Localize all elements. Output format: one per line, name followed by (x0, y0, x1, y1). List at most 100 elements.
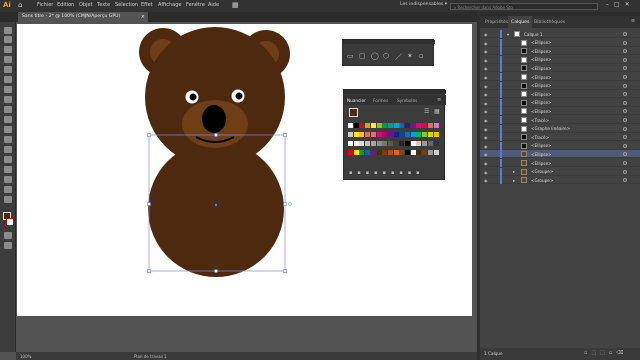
color-swatch[interactable] (387, 123, 393, 128)
resize-handle-tl[interactable] (147, 133, 151, 137)
color-swatch[interactable] (399, 123, 405, 128)
layer-item-row[interactable]: ◉ <Ellipse> (480, 81, 640, 90)
star-icon[interactable]: ✶ (407, 52, 413, 60)
color-swatch[interactable] (422, 132, 428, 137)
layer-item-row[interactable]: ◉ <Ellipse> (480, 150, 640, 159)
color-swatch[interactable] (410, 150, 416, 155)
target-circle-icon[interactable] (623, 118, 627, 122)
bear-nose[interactable] (202, 105, 226, 133)
color-swatch[interactable] (399, 150, 405, 155)
target-circle-icon[interactable] (623, 143, 627, 148)
ellipse-icon[interactable]: ◯ (371, 52, 379, 60)
color-swatch[interactable] (365, 123, 371, 128)
color-swatch[interactable] (370, 141, 376, 146)
color-swatch[interactable] (348, 123, 353, 128)
visibility-eye-icon[interactable]: ◉ (484, 58, 488, 63)
color-swatch[interactable] (365, 150, 371, 155)
target-circle-icon[interactable] (623, 40, 627, 45)
layer-item-row[interactable]: ◉ <Ellipse> (480, 141, 640, 150)
rounded-rectangle-icon[interactable]: ▢ (359, 52, 366, 60)
color-swatch[interactable] (359, 150, 365, 155)
color-swatch[interactable] (393, 132, 399, 137)
layer-item-row[interactable]: ◉ <Ellipse> (480, 73, 640, 81)
target-circle-icon[interactable] (623, 100, 627, 105)
target-circle-icon[interactable] (623, 152, 627, 157)
color-swatch[interactable] (348, 150, 353, 155)
panel-menu-icon[interactable]: ≡ (437, 97, 441, 103)
color-swatch[interactable] (387, 132, 393, 137)
color-swatch[interactable] (405, 150, 410, 155)
tab-formes[interactable]: Formes (373, 98, 388, 103)
visibility-eye-icon[interactable]: ◉ (484, 101, 488, 106)
color-swatch[interactable] (376, 150, 382, 155)
layer-item-row[interactable]: ◉ <Groupe> ▸ (480, 167, 640, 176)
color-swatch[interactable] (387, 150, 393, 155)
color-swatch[interactable] (416, 132, 422, 137)
panel-drag-bar[interactable] (343, 40, 435, 44)
expand-right-icon[interactable]: ▸ (513, 178, 515, 183)
color-swatch[interactable] (376, 141, 382, 146)
color-swatch[interactable] (387, 141, 393, 146)
color-swatch[interactable] (393, 141, 399, 146)
layer-item-row[interactable]: ◉ <Ellipse> (480, 90, 640, 99)
target-circle-icon[interactable] (623, 109, 627, 114)
polygon-icon[interactable]: ⬡ (383, 52, 389, 60)
line-icon[interactable]: ／ (395, 52, 402, 62)
target-circle-icon[interactable] (623, 161, 627, 165)
color-swatch[interactable] (399, 132, 405, 137)
rectangle-icon[interactable]: ▭ (347, 52, 354, 60)
color-swatch[interactable] (433, 123, 439, 128)
visibility-eye-icon[interactable]: ◉ (484, 75, 488, 80)
tab-proprietes[interactable]: Propriétés (482, 16, 511, 28)
visibility-eye-icon[interactable]: ◉ (484, 49, 488, 54)
color-swatch[interactable] (359, 141, 365, 146)
color-swatch[interactable] (427, 132, 433, 137)
target-circle-icon[interactable] (623, 66, 627, 71)
color-swatch[interactable] (422, 150, 428, 155)
color-swatch[interactable] (422, 123, 428, 128)
list-view-icon[interactable]: ☰ (424, 108, 429, 115)
color-swatch[interactable] (405, 123, 410, 128)
visibility-eye-icon[interactable]: ◉ (484, 144, 488, 149)
color-swatch[interactable] (348, 141, 353, 146)
target-circle-icon[interactable] (623, 126, 627, 131)
color-swatch[interactable] (416, 150, 422, 155)
layer-item-row[interactable]: ◉ <Tracé> (480, 133, 640, 142)
color-swatch[interactable] (433, 150, 439, 155)
layer-item-row[interactable]: ◉ <Ellipse> (480, 107, 640, 116)
resize-handle-t[interactable] (214, 133, 218, 137)
color-swatch[interactable] (393, 123, 399, 128)
color-swatch[interactable] (416, 123, 422, 128)
color-swatch[interactable] (365, 141, 371, 146)
tab-nuancier[interactable]: Nuancier (347, 98, 366, 103)
color-swatch[interactable] (410, 141, 416, 146)
visibility-eye-icon[interactable]: ◉ (484, 41, 488, 46)
visibility-eye-icon[interactable]: ◉ (484, 109, 488, 114)
layer-item-row[interactable]: ◉ <Graphe linéaire> (480, 124, 640, 133)
layer-item-row[interactable]: ◉ <Tracé> (480, 116, 640, 124)
expand-right-icon[interactable]: ▸ (513, 169, 515, 174)
color-swatch[interactable] (393, 150, 399, 155)
resize-handle-r[interactable] (283, 202, 287, 206)
color-swatch[interactable] (427, 141, 433, 146)
color-swatch[interactable] (382, 150, 388, 155)
grid-view-icon[interactable]: ▦ (434, 108, 440, 115)
color-swatch[interactable] (348, 132, 353, 137)
target-circle-icon[interactable] (623, 135, 627, 140)
visibility-eye-icon[interactable]: ◉ (484, 170, 488, 175)
visibility-eye-icon[interactable]: ◉ (484, 135, 488, 140)
color-swatch[interactable] (353, 141, 359, 146)
color-swatch[interactable] (370, 123, 376, 128)
visibility-eye-icon[interactable]: ◉ (484, 118, 488, 123)
layer-item-row[interactable]: ◉ <Groupe> ▸ (480, 176, 640, 185)
visibility-eye-icon[interactable]: ◉ (484, 178, 488, 183)
expand-down-icon[interactable]: ▾ (507, 32, 509, 37)
swatch-actions-icons[interactable]: ▪▪▪▪▪▪▪▪▪ (349, 170, 425, 176)
visibility-eye-icon[interactable]: ◉ (484, 92, 488, 97)
target-circle-icon[interactable] (623, 32, 627, 36)
layer-item-row[interactable]: ◉ <Ellipse> (480, 38, 640, 47)
layer-item-row[interactable]: ◉ <Ellipse> (480, 64, 640, 73)
panel-drag-bar[interactable] (344, 90, 446, 94)
color-swatch[interactable] (422, 141, 428, 146)
visibility-eye-icon[interactable]: ◉ (484, 152, 488, 157)
